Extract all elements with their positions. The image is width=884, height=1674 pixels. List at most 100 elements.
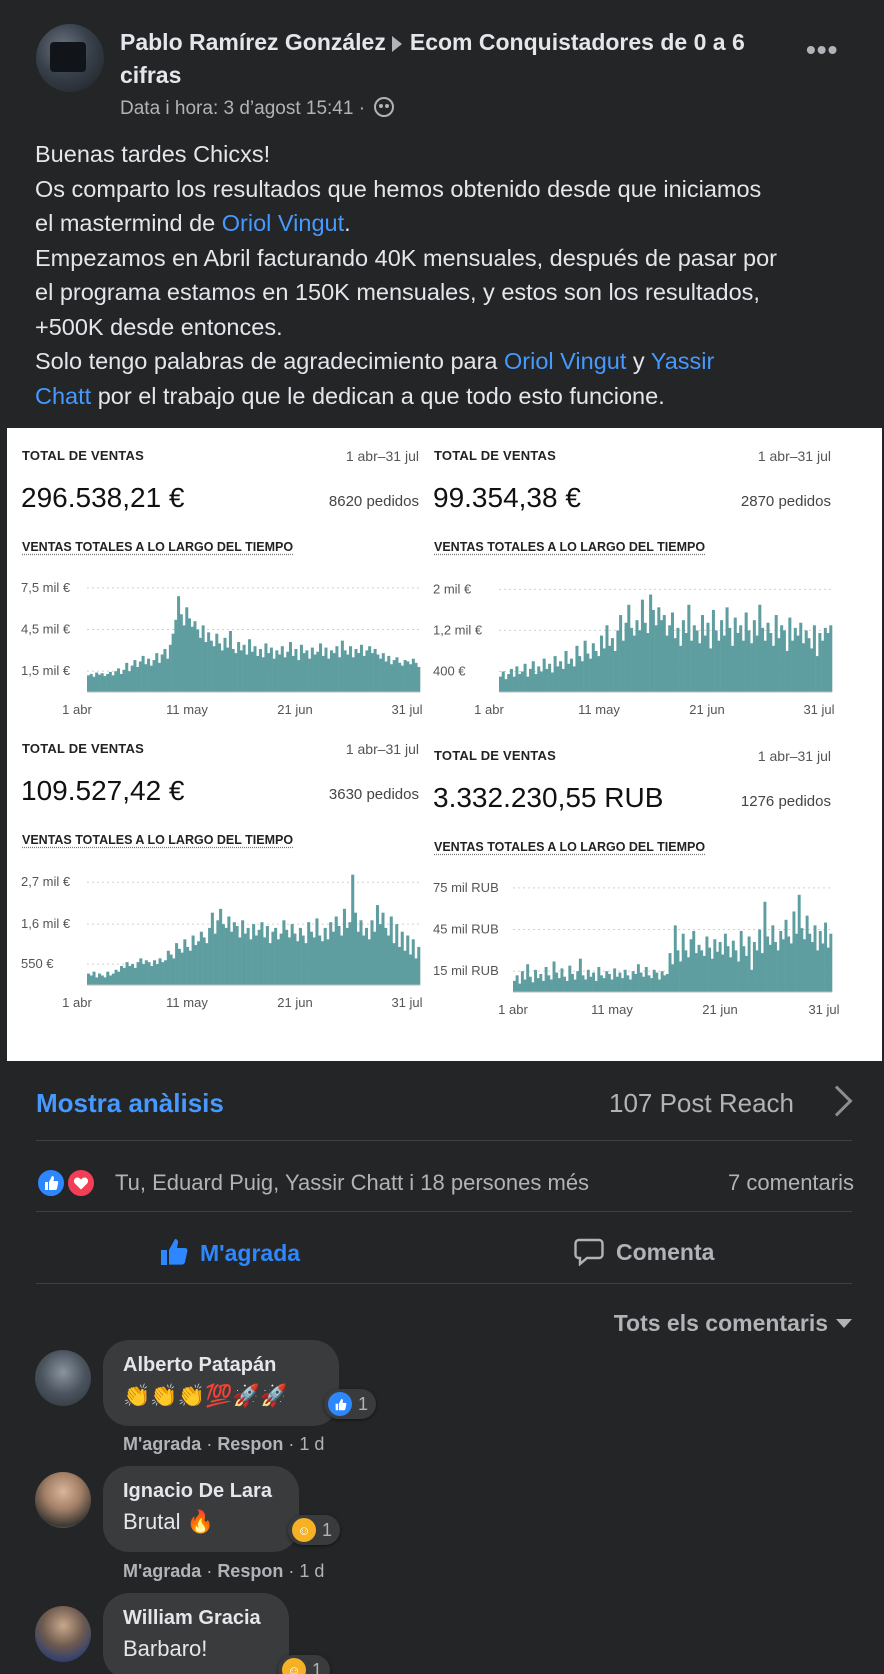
comment-avatar[interactable] bbox=[35, 1606, 91, 1662]
chart-bar bbox=[575, 646, 578, 692]
chart-bar bbox=[322, 656, 325, 692]
chart-bar bbox=[734, 950, 737, 992]
post-body-line: el mastermind de Oriol Vingut. bbox=[35, 206, 855, 241]
chart-bar bbox=[745, 612, 748, 692]
chart-bar bbox=[687, 605, 690, 692]
chart-bar bbox=[578, 656, 581, 692]
chart-subtitle: VENTAS TOTALES A LO LARGO DEL TIEMPO bbox=[22, 540, 293, 554]
chart-bar bbox=[703, 956, 706, 992]
comment-reaction[interactable]: ☺ 1 bbox=[288, 1515, 340, 1545]
comment-avatar[interactable] bbox=[35, 1350, 91, 1406]
chart-bar bbox=[308, 659, 311, 692]
body-text-segment: por el trabajo que le dedican a que todo… bbox=[91, 383, 665, 409]
chart-bar bbox=[779, 931, 782, 992]
chart-bar bbox=[829, 934, 832, 992]
chart-bar bbox=[207, 632, 210, 692]
chart-bar bbox=[126, 962, 129, 985]
chart-bar bbox=[790, 943, 793, 992]
chart-bar bbox=[783, 630, 786, 692]
chart-bar bbox=[185, 607, 188, 692]
profile-mention-link[interactable]: Oriol Vingut bbox=[222, 210, 344, 236]
chart-bar bbox=[711, 959, 714, 992]
chart-bar bbox=[753, 620, 756, 692]
comment-filter-dropdown[interactable]: Tots els comentaris bbox=[614, 1310, 852, 1337]
profile-mention-link[interactable]: Chatt bbox=[35, 383, 91, 409]
post-timestamp[interactable]: Data i hora: 3 d’agost 15:41 · bbox=[120, 98, 365, 119]
chart-bar bbox=[178, 949, 181, 985]
comment-reaction[interactable]: 1 bbox=[324, 1389, 376, 1419]
comment-reaction[interactable]: ☺ 1 bbox=[278, 1655, 330, 1674]
chart-bar bbox=[777, 638, 780, 692]
post-body-line: Os comparto los resultados que hemos obt… bbox=[35, 172, 855, 207]
chart-bar bbox=[193, 621, 196, 692]
chart-bar bbox=[333, 653, 336, 692]
commenter-name[interactable]: Ignacio De Lara bbox=[123, 1480, 279, 1503]
comment-like-link[interactable]: M'agrada bbox=[123, 1561, 201, 1581]
chart-bar bbox=[95, 673, 98, 692]
chart-bar bbox=[531, 982, 534, 992]
chart-bar bbox=[666, 636, 669, 692]
chart-bar bbox=[692, 931, 695, 992]
divider bbox=[36, 1211, 852, 1212]
comment-time[interactable]: · 1 d bbox=[288, 1561, 324, 1581]
chart-bar bbox=[189, 951, 192, 985]
comment-reply-link[interactable]: Respon bbox=[217, 1434, 283, 1454]
chart-bar bbox=[600, 975, 603, 992]
comments-count[interactable]: 7 comentaris bbox=[728, 1170, 854, 1196]
comment-reply-link[interactable]: Respon bbox=[217, 1561, 283, 1581]
chart-bar bbox=[698, 945, 701, 992]
chart-bar bbox=[393, 660, 396, 692]
chart-bar bbox=[791, 641, 794, 692]
chart-bar bbox=[203, 937, 206, 985]
chart-bar bbox=[586, 654, 589, 692]
x-tick-label: 11 may bbox=[166, 995, 208, 1010]
chart-bar bbox=[191, 627, 194, 692]
chart-bar bbox=[115, 970, 118, 985]
reaction-names[interactable]: Tu, Eduard Puig, Yassir Chatt i 18 perso… bbox=[115, 1170, 589, 1196]
chart-bar bbox=[605, 625, 608, 692]
chart-bar bbox=[682, 620, 685, 692]
chart-bar bbox=[570, 659, 573, 692]
chart-bar bbox=[324, 928, 327, 985]
comment-avatar[interactable] bbox=[35, 1472, 91, 1528]
chart-bar bbox=[499, 677, 502, 692]
like-button[interactable]: M'agrada bbox=[160, 1238, 300, 1267]
commenter-name[interactable]: William Gracia bbox=[123, 1607, 269, 1630]
chart-bar bbox=[827, 948, 830, 992]
chart-bar bbox=[166, 659, 169, 692]
chart-bar bbox=[172, 958, 175, 985]
more-options-icon[interactable]: ••• bbox=[806, 40, 838, 60]
comment-bubble: Ignacio De Lara Brutal 🔥 bbox=[103, 1466, 299, 1552]
post-reach[interactable]: 107 Post Reach bbox=[609, 1088, 794, 1119]
chart-bar bbox=[252, 924, 255, 985]
chart-bar bbox=[216, 920, 219, 985]
chart-bar bbox=[638, 630, 641, 692]
chart-bar bbox=[597, 967, 600, 992]
profile-mention-link[interactable]: Yassir bbox=[651, 348, 715, 374]
chart-bar bbox=[354, 913, 357, 985]
chart-bar bbox=[647, 975, 650, 992]
author-name[interactable]: Pablo Ramírez González bbox=[120, 29, 386, 55]
chart-bar bbox=[736, 633, 739, 692]
chart-bar bbox=[357, 932, 360, 985]
post-image-charts[interactable]: TOTAL DE VENTAS 1 abr–31 jul 296.538,21 € 8… bbox=[7, 428, 882, 1061]
chart-bar bbox=[802, 643, 805, 692]
chart-bar bbox=[676, 628, 679, 692]
comment-text: Barbaro! bbox=[123, 1636, 269, 1662]
chart-bar bbox=[679, 646, 682, 692]
commenter-name[interactable]: Alberto Patapán bbox=[123, 1354, 319, 1377]
chart-bar bbox=[698, 643, 701, 692]
y-tick-label: 1,5 mil € bbox=[21, 663, 71, 678]
chevron-right-icon[interactable] bbox=[821, 1085, 852, 1116]
x-tick-label: 11 may bbox=[166, 702, 208, 717]
author-avatar[interactable] bbox=[36, 24, 104, 92]
comment-time[interactable]: · 1 d bbox=[288, 1434, 324, 1454]
chart-bar bbox=[634, 974, 637, 992]
show-insights-link[interactable]: Mostra anàlisis bbox=[36, 1088, 224, 1119]
chart-bar bbox=[563, 977, 566, 992]
chart-bar bbox=[245, 655, 248, 692]
comment-button[interactable]: Comenta bbox=[574, 1238, 714, 1266]
chart-bar bbox=[186, 947, 189, 985]
comment-like-link[interactable]: M'agrada bbox=[123, 1434, 201, 1454]
profile-mention-link[interactable]: Oriol Vingut bbox=[504, 348, 626, 374]
